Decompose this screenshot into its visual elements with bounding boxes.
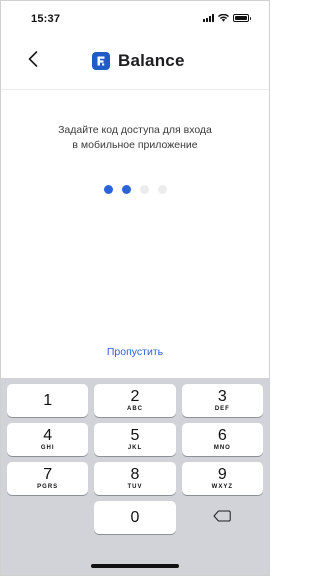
delete-key[interactable] (182, 501, 263, 534)
key-digit: 0 (130, 508, 140, 526)
key-letters: WXYZ (211, 483, 233, 490)
passcode-prompt: Задайте код доступа для входа в мобильно… (1, 123, 269, 153)
pin-dot-filled (121, 185, 131, 194)
key-digit: 4 (43, 426, 53, 444)
key-digit: 3 (217, 387, 227, 405)
pin-dot-empty (139, 185, 149, 194)
pin-dot-filled (103, 185, 113, 194)
key-digit: 6 (217, 426, 227, 444)
keypad-grid: 1 2 ABC 3 DEF 4 GHI 5 JKL 6 MNO 7 PGRS 8 TUV 9 WXYZ 0 (7, 384, 263, 534)
wifi-icon (218, 14, 229, 22)
key-letters: PGRS (37, 483, 59, 490)
key-7[interactable]: 7 PGRS (7, 462, 89, 495)
key-2[interactable]: 2 ABC (94, 384, 176, 417)
brand: Balance (92, 51, 185, 71)
phone-screen: 15:37 Balance Задайте код доступа для вх… (0, 0, 270, 576)
key-digit: 8 (130, 465, 140, 483)
key-letters: JKL (127, 444, 143, 451)
key-1[interactable]: 1 (7, 384, 89, 417)
key-digit: 5 (130, 426, 140, 444)
key-digit: 2 (130, 387, 140, 405)
keypad-blank (7, 501, 88, 534)
status-bar: 15:37 (1, 1, 269, 35)
skip-link[interactable]: Пропустить (1, 346, 269, 358)
key-4[interactable]: 4 GHI (7, 423, 89, 456)
brand-name: Balance (118, 51, 185, 70)
brand-logo-icon (92, 52, 110, 70)
header-divider (1, 89, 269, 90)
battery-icon (233, 14, 251, 22)
prompt-line-2: в мобильное приложение (72, 139, 198, 151)
key-letters: TUV (127, 483, 143, 490)
key-5[interactable]: 5 JKL (94, 423, 176, 456)
header: Balance (1, 41, 269, 81)
home-indicator (91, 564, 179, 568)
backspace-icon (213, 509, 232, 527)
key-8[interactable]: 8 TUV (94, 462, 176, 495)
cellular-signal-icon (203, 14, 214, 22)
key-letters: ABC (126, 405, 143, 412)
chevron-left-icon (28, 50, 38, 72)
key-digit: 7 (43, 465, 53, 483)
status-icons (203, 14, 251, 22)
key-letters: GHI (40, 444, 55, 451)
key-9[interactable]: 9 WXYZ (181, 462, 263, 495)
prompt-line-1: Задайте код доступа для входа (58, 124, 212, 136)
key-0[interactable]: 0 (94, 501, 176, 534)
pin-dot-empty (157, 185, 167, 194)
numeric-keypad: 1 2 ABC 3 DEF 4 GHI 5 JKL 6 MNO 7 PGRS 8 TUV 9 WXYZ 0 (1, 378, 269, 575)
key-digit: 9 (217, 465, 227, 483)
key-digit: 1 (43, 391, 53, 409)
back-button[interactable] (23, 49, 43, 73)
key-letters: MNO (213, 444, 231, 451)
key-6[interactable]: 6 MNO (181, 423, 263, 456)
pin-indicator (1, 185, 269, 194)
key-letters: DEF (214, 405, 230, 412)
status-time: 15:37 (31, 13, 61, 25)
key-3[interactable]: 3 DEF (181, 384, 263, 417)
